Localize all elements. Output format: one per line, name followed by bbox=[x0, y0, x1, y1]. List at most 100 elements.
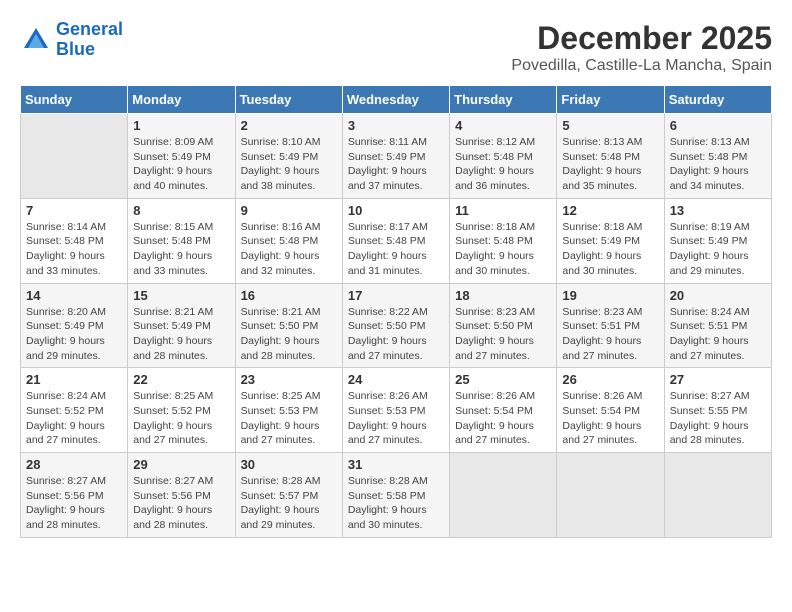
calendar-cell: 18 Sunrise: 8:23 AMSunset: 5:50 PMDaylig… bbox=[450, 283, 557, 368]
day-info: Sunrise: 8:11 AMSunset: 5:49 PMDaylight:… bbox=[348, 136, 427, 192]
day-info: Sunrise: 8:17 AMSunset: 5:48 PMDaylight:… bbox=[348, 221, 428, 277]
day-number: 21 bbox=[26, 372, 122, 387]
calendar-cell bbox=[557, 453, 664, 538]
calendar-cell: 23 Sunrise: 8:25 AMSunset: 5:53 PMDaylig… bbox=[235, 368, 342, 453]
day-info: Sunrise: 8:12 AMSunset: 5:48 PMDaylight:… bbox=[455, 136, 535, 192]
calendar-cell: 10 Sunrise: 8:17 AMSunset: 5:48 PMDaylig… bbox=[342, 198, 449, 283]
calendar-cell: 3 Sunrise: 8:11 AMSunset: 5:49 PMDayligh… bbox=[342, 114, 449, 199]
day-number: 23 bbox=[241, 372, 337, 387]
calendar-header-row: SundayMondayTuesdayWednesdayThursdayFrid… bbox=[21, 86, 772, 114]
calendar-cell bbox=[664, 453, 771, 538]
day-info: Sunrise: 8:25 AMSunset: 5:53 PMDaylight:… bbox=[241, 390, 321, 446]
day-number: 9 bbox=[241, 203, 337, 218]
calendar-cell: 31 Sunrise: 8:28 AMSunset: 5:58 PMDaylig… bbox=[342, 453, 449, 538]
day-number: 26 bbox=[562, 372, 658, 387]
header-monday: Monday bbox=[128, 86, 235, 114]
calendar-cell: 6 Sunrise: 8:13 AMSunset: 5:48 PMDayligh… bbox=[664, 114, 771, 199]
calendar-cell: 29 Sunrise: 8:27 AMSunset: 5:56 PMDaylig… bbox=[128, 453, 235, 538]
calendar-cell: 1 Sunrise: 8:09 AMSunset: 5:49 PMDayligh… bbox=[128, 114, 235, 199]
day-number: 4 bbox=[455, 118, 551, 133]
day-number: 31 bbox=[348, 457, 444, 472]
day-number: 29 bbox=[133, 457, 229, 472]
day-info: Sunrise: 8:25 AMSunset: 5:52 PMDaylight:… bbox=[133, 390, 213, 446]
calendar-cell: 22 Sunrise: 8:25 AMSunset: 5:52 PMDaylig… bbox=[128, 368, 235, 453]
day-number: 30 bbox=[241, 457, 337, 472]
day-info: Sunrise: 8:27 AMSunset: 5:55 PMDaylight:… bbox=[670, 390, 750, 446]
day-info: Sunrise: 8:24 AMSunset: 5:52 PMDaylight:… bbox=[26, 390, 106, 446]
week-row-1: 1 Sunrise: 8:09 AMSunset: 5:49 PMDayligh… bbox=[21, 114, 772, 199]
day-number: 17 bbox=[348, 288, 444, 303]
week-row-2: 7 Sunrise: 8:14 AMSunset: 5:48 PMDayligh… bbox=[21, 198, 772, 283]
calendar-cell: 2 Sunrise: 8:10 AMSunset: 5:49 PMDayligh… bbox=[235, 114, 342, 199]
week-row-5: 28 Sunrise: 8:27 AMSunset: 5:56 PMDaylig… bbox=[21, 453, 772, 538]
day-info: Sunrise: 8:18 AMSunset: 5:49 PMDaylight:… bbox=[562, 221, 642, 277]
calendar-cell: 16 Sunrise: 8:21 AMSunset: 5:50 PMDaylig… bbox=[235, 283, 342, 368]
day-info: Sunrise: 8:23 AMSunset: 5:51 PMDaylight:… bbox=[562, 306, 642, 362]
calendar-subtitle: Povedilla, Castille-La Mancha, Spain bbox=[511, 57, 772, 75]
calendar-cell: 4 Sunrise: 8:12 AMSunset: 5:48 PMDayligh… bbox=[450, 114, 557, 199]
day-number: 5 bbox=[562, 118, 658, 133]
day-number: 13 bbox=[670, 203, 766, 218]
calendar-cell: 15 Sunrise: 8:21 AMSunset: 5:49 PMDaylig… bbox=[128, 283, 235, 368]
calendar-cell: 25 Sunrise: 8:26 AMSunset: 5:54 PMDaylig… bbox=[450, 368, 557, 453]
header-thursday: Thursday bbox=[450, 86, 557, 114]
day-info: Sunrise: 8:22 AMSunset: 5:50 PMDaylight:… bbox=[348, 306, 428, 362]
day-info: Sunrise: 8:23 AMSunset: 5:50 PMDaylight:… bbox=[455, 306, 535, 362]
day-number: 8 bbox=[133, 203, 229, 218]
calendar-cell: 7 Sunrise: 8:14 AMSunset: 5:48 PMDayligh… bbox=[21, 198, 128, 283]
calendar-cell: 14 Sunrise: 8:20 AMSunset: 5:49 PMDaylig… bbox=[21, 283, 128, 368]
calendar-cell: 17 Sunrise: 8:22 AMSunset: 5:50 PMDaylig… bbox=[342, 283, 449, 368]
calendar-cell bbox=[21, 114, 128, 199]
day-info: Sunrise: 8:26 AMSunset: 5:53 PMDaylight:… bbox=[348, 390, 428, 446]
calendar-cell: 13 Sunrise: 8:19 AMSunset: 5:49 PMDaylig… bbox=[664, 198, 771, 283]
day-number: 24 bbox=[348, 372, 444, 387]
day-number: 6 bbox=[670, 118, 766, 133]
logo-icon bbox=[20, 24, 52, 56]
day-info: Sunrise: 8:19 AMSunset: 5:49 PMDaylight:… bbox=[670, 221, 750, 277]
day-info: Sunrise: 8:26 AMSunset: 5:54 PMDaylight:… bbox=[562, 390, 642, 446]
day-number: 28 bbox=[26, 457, 122, 472]
day-info: Sunrise: 8:20 AMSunset: 5:49 PMDaylight:… bbox=[26, 306, 106, 362]
day-info: Sunrise: 8:18 AMSunset: 5:48 PMDaylight:… bbox=[455, 221, 535, 277]
calendar-cell: 24 Sunrise: 8:26 AMSunset: 5:53 PMDaylig… bbox=[342, 368, 449, 453]
day-number: 11 bbox=[455, 203, 551, 218]
day-info: Sunrise: 8:26 AMSunset: 5:54 PMDaylight:… bbox=[455, 390, 535, 446]
day-info: Sunrise: 8:27 AMSunset: 5:56 PMDaylight:… bbox=[133, 475, 213, 531]
calendar-cell bbox=[450, 453, 557, 538]
day-number: 19 bbox=[562, 288, 658, 303]
day-number: 14 bbox=[26, 288, 122, 303]
day-number: 7 bbox=[26, 203, 122, 218]
day-number: 16 bbox=[241, 288, 337, 303]
day-number: 3 bbox=[348, 118, 444, 133]
day-number: 1 bbox=[133, 118, 229, 133]
day-info: Sunrise: 8:16 AMSunset: 5:48 PMDaylight:… bbox=[241, 221, 321, 277]
calendar-cell: 28 Sunrise: 8:27 AMSunset: 5:56 PMDaylig… bbox=[21, 453, 128, 538]
day-number: 2 bbox=[241, 118, 337, 133]
title-block: December 2025 Povedilla, Castille-La Man… bbox=[511, 20, 772, 75]
calendar-cell: 19 Sunrise: 8:23 AMSunset: 5:51 PMDaylig… bbox=[557, 283, 664, 368]
header-friday: Friday bbox=[557, 86, 664, 114]
week-row-4: 21 Sunrise: 8:24 AMSunset: 5:52 PMDaylig… bbox=[21, 368, 772, 453]
logo: General Blue bbox=[20, 20, 123, 60]
day-info: Sunrise: 8:24 AMSunset: 5:51 PMDaylight:… bbox=[670, 306, 750, 362]
day-number: 10 bbox=[348, 203, 444, 218]
day-info: Sunrise: 8:13 AMSunset: 5:48 PMDaylight:… bbox=[562, 136, 642, 192]
header-sunday: Sunday bbox=[21, 86, 128, 114]
day-number: 18 bbox=[455, 288, 551, 303]
calendar-cell: 20 Sunrise: 8:24 AMSunset: 5:51 PMDaylig… bbox=[664, 283, 771, 368]
header-tuesday: Tuesday bbox=[235, 86, 342, 114]
day-info: Sunrise: 8:14 AMSunset: 5:48 PMDaylight:… bbox=[26, 221, 106, 277]
calendar-title: December 2025 bbox=[511, 20, 772, 57]
day-info: Sunrise: 8:09 AMSunset: 5:49 PMDaylight:… bbox=[133, 136, 213, 192]
day-number: 20 bbox=[670, 288, 766, 303]
day-number: 22 bbox=[133, 372, 229, 387]
logo-line2: Blue bbox=[56, 39, 95, 59]
logo-text: General Blue bbox=[56, 20, 123, 60]
day-info: Sunrise: 8:21 AMSunset: 5:49 PMDaylight:… bbox=[133, 306, 213, 362]
header-saturday: Saturday bbox=[664, 86, 771, 114]
calendar-cell: 8 Sunrise: 8:15 AMSunset: 5:48 PMDayligh… bbox=[128, 198, 235, 283]
day-number: 25 bbox=[455, 372, 551, 387]
page-header: General Blue December 2025 Povedilla, Ca… bbox=[20, 20, 772, 75]
week-row-3: 14 Sunrise: 8:20 AMSunset: 5:49 PMDaylig… bbox=[21, 283, 772, 368]
calendar-cell: 21 Sunrise: 8:24 AMSunset: 5:52 PMDaylig… bbox=[21, 368, 128, 453]
